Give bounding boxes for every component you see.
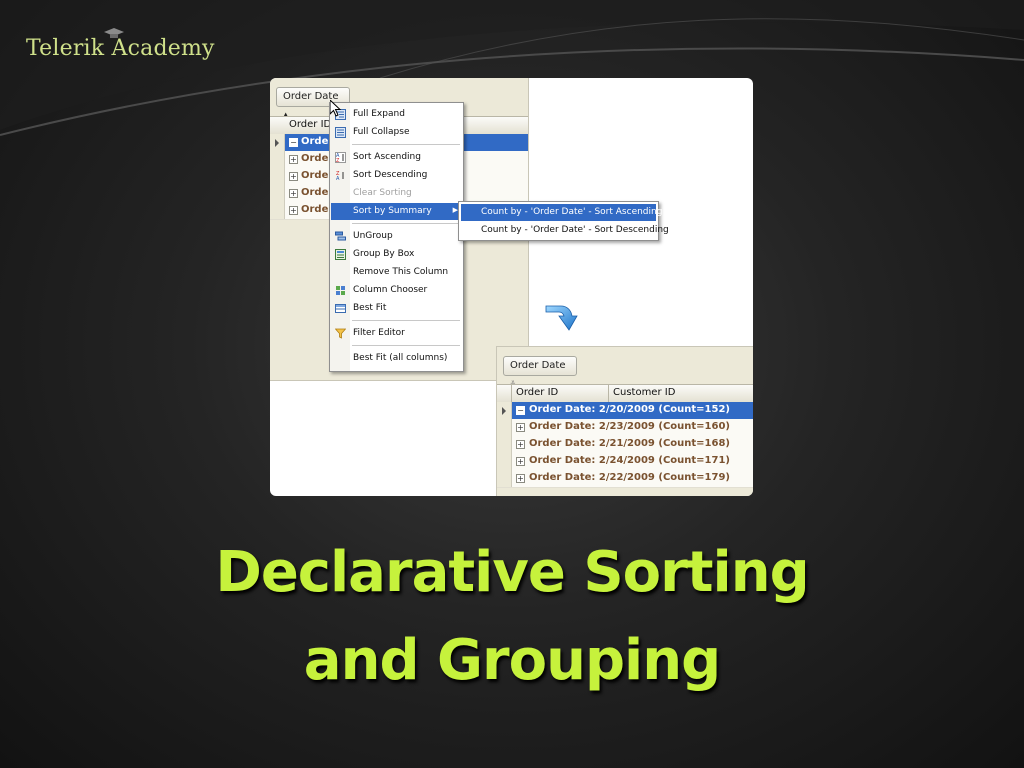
- menu-item-ungroup[interactable]: UnGroup: [331, 228, 462, 245]
- table-row[interactable]: + Order Date: 2/21/2009 (Count=168): [497, 436, 753, 454]
- sort-descending-icon: ZA: [336, 171, 344, 181]
- expand-toggle-icon[interactable]: +: [516, 440, 525, 449]
- expand-toggle-icon[interactable]: +: [289, 206, 298, 215]
- expand-toggle-icon[interactable]: +: [289, 172, 298, 181]
- menu-item-sort-by-summary[interactable]: Sort by Summary ▶: [331, 203, 462, 220]
- ungroup-icon: [335, 231, 346, 241]
- column-header-row: Order ID Customer ID: [497, 384, 753, 403]
- column-chooser-icon: [336, 286, 345, 295]
- menu-item-group-by-box[interactable]: Group By Box: [331, 246, 462, 263]
- header-indicator: [270, 117, 284, 134]
- expand-toggle-icon[interactable]: +: [516, 474, 525, 483]
- expand-toggle-icon[interactable]: +: [289, 189, 298, 198]
- expand-toggle-icon[interactable]: −: [516, 406, 525, 415]
- svg-text:Z: Z: [336, 158, 340, 163]
- menu-item-column-chooser[interactable]: Column Chooser: [331, 282, 462, 299]
- table-row[interactable]: + Order Date: 2/24/2009 (Count=171): [497, 453, 753, 471]
- filter-icon: [335, 328, 346, 339]
- expand-toggle-icon[interactable]: +: [516, 423, 525, 432]
- slide-title-line-1: Declarative Sorting: [215, 540, 809, 605]
- submenu-item-count-sort-descending[interactable]: Count by - 'Order Date' - Sort Descendin…: [461, 222, 669, 239]
- menu-separator: [352, 144, 460, 145]
- row-indicator: [497, 402, 512, 419]
- menu-separator: [352, 223, 460, 224]
- row-indicator: [497, 419, 512, 436]
- column-header-order-id[interactable]: Order ID: [516, 387, 558, 398]
- context-menu: Full Expand Full Collapse AZ Sort Ascend…: [329, 102, 464, 372]
- table-row[interactable]: + Order Date: 2/23/2009 (Count=160): [497, 419, 753, 437]
- row-indicator: [497, 453, 512, 470]
- menu-separator: [352, 320, 460, 321]
- row-indicator: [270, 185, 285, 202]
- graduation-cap-icon: [104, 28, 124, 38]
- menu-separator: [352, 345, 460, 346]
- menu-item-full-expand[interactable]: Full Expand: [331, 106, 462, 123]
- best-fit-icon: [335, 304, 346, 313]
- menu-item-clear-sorting: Clear Sorting: [353, 188, 412, 198]
- svg-text:A: A: [336, 176, 340, 181]
- group-by-box-icon: [335, 249, 346, 260]
- expand-toggle-icon[interactable]: +: [289, 155, 298, 164]
- column-header-customer-id[interactable]: Customer ID: [613, 387, 675, 398]
- telerik-academy-logo: Telerik Academy: [26, 28, 215, 61]
- sort-ascending-icon: AZ: [335, 152, 346, 163]
- slide-title-line-2: and Grouping: [303, 628, 721, 693]
- row-indicator: [270, 168, 285, 185]
- submenu-item-count-sort-ascending[interactable]: Count by - 'Order Date' - Sort Ascending: [461, 204, 662, 221]
- mouse-cursor-icon: [330, 100, 342, 117]
- column-header-order-id[interactable]: Order ID: [289, 119, 331, 130]
- row-indicator: [497, 470, 512, 487]
- menu-item-full-collapse[interactable]: Full Collapse: [331, 124, 462, 141]
- row-indicator: [270, 134, 285, 151]
- menu-item-filter-editor[interactable]: Filter Editor: [331, 325, 462, 342]
- grid-bottom: Order Date ≚ Order ID Customer ID − Orde…: [496, 346, 753, 496]
- row-indicator: [270, 151, 285, 168]
- expand-toggle-icon[interactable]: +: [516, 457, 525, 466]
- expand-toggle-icon[interactable]: −: [289, 138, 298, 147]
- table-row[interactable]: − Order Date: 2/20/2009 (Count=152): [497, 402, 753, 420]
- menu-item-sort-ascending[interactable]: AZ Sort Ascending: [331, 149, 462, 166]
- menu-item-best-fit-all-columns[interactable]: Best Fit (all columns): [331, 350, 462, 367]
- menu-item-sort-descending[interactable]: ZA Sort Descending: [331, 167, 462, 184]
- row-indicator: [497, 436, 512, 453]
- menu-item-best-fit[interactable]: Best Fit: [331, 300, 462, 317]
- group-chip-order-date[interactable]: Order Date ≚: [503, 356, 577, 388]
- group-chip-label: Order Date: [510, 360, 566, 371]
- menu-item-remove-this-column[interactable]: Remove This Column: [331, 264, 462, 281]
- submenu-sort-by-summary: Count by - 'Order Date' - Sort Ascending…: [458, 201, 669, 241]
- collapse-icon: [335, 127, 346, 138]
- table-row[interactable]: + Order Date: 2/22/2009 (Count=179): [497, 470, 753, 488]
- row-indicator: [270, 202, 285, 219]
- curved-arrow-icon: [545, 305, 578, 331]
- screenshot-panel: Order Date ▲ Order ID − Order 2) + Order…: [270, 78, 753, 496]
